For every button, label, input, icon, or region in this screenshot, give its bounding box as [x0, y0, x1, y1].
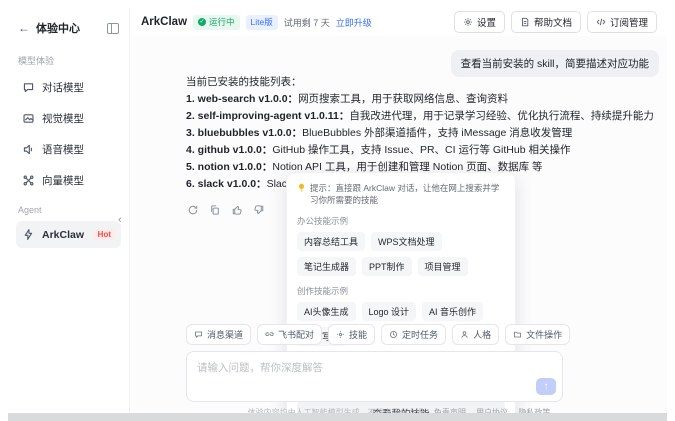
- regenerate-icon[interactable]: [187, 204, 199, 216]
- skill-line: 4. github v1.0.0：GitHub 操作工具，支持 Issue、PR…: [186, 144, 571, 156]
- document-icon: [522, 17, 529, 27]
- person-icon: [461, 331, 468, 338]
- chat-model-icon: [23, 83, 34, 93]
- app-window: ← 体验中心 模型体验 对话模型 视觉模型 语音模型 向量模型 Agent Ar…: [0, 0, 675, 421]
- popup-tip: 提示：直接跟 ArkClaw 对话，让他在网上搜索并学习你所需要的技能: [297, 182, 505, 206]
- hot-badge: Hot: [93, 229, 115, 240]
- lightbulb-icon: [298, 183, 305, 192]
- sidebar-item-voice-model[interactable]: 语音模型: [16, 135, 121, 164]
- message-channel-icon: [195, 331, 202, 338]
- tool-skills[interactable]: 技能: [328, 324, 376, 345]
- sidebar-item-vision-model[interactable]: 视觉模型: [16, 104, 121, 133]
- skill-chip[interactable]: 内容总结工具: [297, 232, 366, 251]
- sidebar-item-label: ArkClaw: [42, 228, 85, 241]
- skill-line: 3. bluebubbles v1.0.0：BlueBubbles 外部渠道插件…: [186, 127, 573, 139]
- tool-feishu-pairing[interactable]: 飞书配对: [257, 324, 323, 345]
- user-message-bubble: 查看当前安装的 skill，简要描述对应功能: [450, 50, 659, 77]
- popup-group-title: 创作技能示例: [297, 286, 349, 296]
- composer-toolbar: 消息渠道 飞书配对 技能 定时任务 人格 文件操作: [186, 324, 571, 345]
- popup-group-title: 办公技能示例: [297, 216, 349, 226]
- thumbs-down-icon[interactable]: [253, 204, 265, 216]
- skills-icon: [337, 331, 344, 338]
- back-arrow-icon: ←: [18, 21, 30, 35]
- message-input-box: ↑: [186, 351, 563, 402]
- folder-icon: [514, 331, 522, 338]
- message-actions: [187, 204, 265, 216]
- code-icon: [596, 18, 606, 26]
- sidebar-section-agent: Agent: [18, 205, 42, 215]
- copy-icon[interactable]: [209, 204, 221, 216]
- send-button[interactable]: ↑: [536, 378, 556, 395]
- tool-message-channels[interactable]: 消息渠道: [186, 324, 252, 345]
- sidebar: ← 体验中心 模型体验 对话模型 视觉模型 语音模型 向量模型 Agent Ar…: [8, 8, 130, 413]
- upgrade-link[interactable]: 立即升级: [336, 16, 372, 29]
- window-bottom-strip: [8, 413, 667, 421]
- composer: 消息渠道 飞书配对 技能 定时任务 人格 文件操作 请输入问题，帮你深度解答 ↑: [186, 324, 571, 402]
- sidebar-item-label: 语音模型: [42, 144, 84, 156]
- status-badge: ✓ 运行中: [193, 14, 240, 30]
- skill-line: 1. web-search v1.0.0：网页搜索工具，用于获取网络信息、查询资…: [186, 93, 509, 105]
- sidebar-item-chat-model[interactable]: 对话模型: [16, 73, 121, 102]
- vision-model-icon: [23, 114, 34, 123]
- help-docs-button[interactable]: 帮助文档: [510, 11, 581, 33]
- skill-line: 2. self-improving-agent v1.0.11：自我改进代理，用…: [186, 110, 654, 122]
- tool-file-operations[interactable]: 文件操作: [505, 324, 571, 345]
- sidebar-item-label: 对话模型: [42, 82, 84, 94]
- main-header: ArkClaw ✓ 运行中 Lite版 试用剩 7 天 立即升级 设置 帮助文档: [131, 8, 667, 36]
- subscription-button[interactable]: 订阅管理: [586, 11, 657, 33]
- agent-title: ArkClaw: [141, 16, 188, 28]
- message-input[interactable]: [187, 352, 562, 401]
- sidebar-item-vector-model[interactable]: 向量模型: [16, 166, 121, 195]
- clock-icon: [390, 331, 398, 338]
- skill-chip[interactable]: 笔记生成器: [297, 257, 357, 276]
- settings-button[interactable]: 设置: [453, 11, 505, 33]
- skill-chip[interactable]: AI头像生成: [297, 302, 356, 321]
- pairing-icon: [265, 332, 274, 337]
- tool-scheduled-tasks[interactable]: 定时任务: [381, 324, 447, 345]
- sidebar-section-models: 模型体验: [18, 56, 55, 66]
- skill-chip[interactable]: AI 音乐创作: [422, 302, 484, 321]
- version-badge: Lite版: [245, 14, 278, 30]
- sidebar-item-label: 向量模型: [42, 175, 84, 187]
- tool-persona[interactable]: 人格: [452, 324, 500, 345]
- trial-remaining-text: 试用剩 7 天: [283, 17, 330, 28]
- sidebar-item-label: 视觉模型: [42, 113, 84, 125]
- vector-model-icon: [23, 175, 34, 186]
- sidebar-title: 体验中心: [36, 23, 80, 35]
- back-to-experience-center[interactable]: ← 体验中心: [18, 20, 80, 36]
- running-check-icon: ✓: [198, 18, 207, 26]
- skill-chip[interactable]: Logo 设计: [361, 302, 417, 321]
- arkclaw-icon: [24, 229, 33, 240]
- voice-model-icon: [23, 144, 33, 155]
- skill-chip[interactable]: PPT制作: [362, 257, 412, 276]
- gear-icon: [464, 18, 472, 26]
- sidebar-item-arkclaw[interactable]: ArkClaw Hot: [16, 221, 121, 248]
- thumbs-up-icon[interactable]: [231, 204, 243, 216]
- popup-chip-row: 内容总结工具 WPS文档处理 笔记生成器 PPT制作 项目管理: [297, 232, 505, 276]
- skill-chip[interactable]: 项目管理: [417, 257, 468, 276]
- assistant-intro: 当前已安装的技能列表：: [186, 76, 302, 88]
- collapse-sidebar-icon[interactable]: [107, 22, 119, 34]
- skill-chip[interactable]: WPS文档处理: [371, 232, 442, 251]
- panel-collapse-chevron[interactable]: ‹: [118, 214, 122, 226]
- main-panel: ArkClaw ✓ 运行中 Lite版 试用剩 7 天 立即升级 设置 帮助文档: [118, 8, 667, 421]
